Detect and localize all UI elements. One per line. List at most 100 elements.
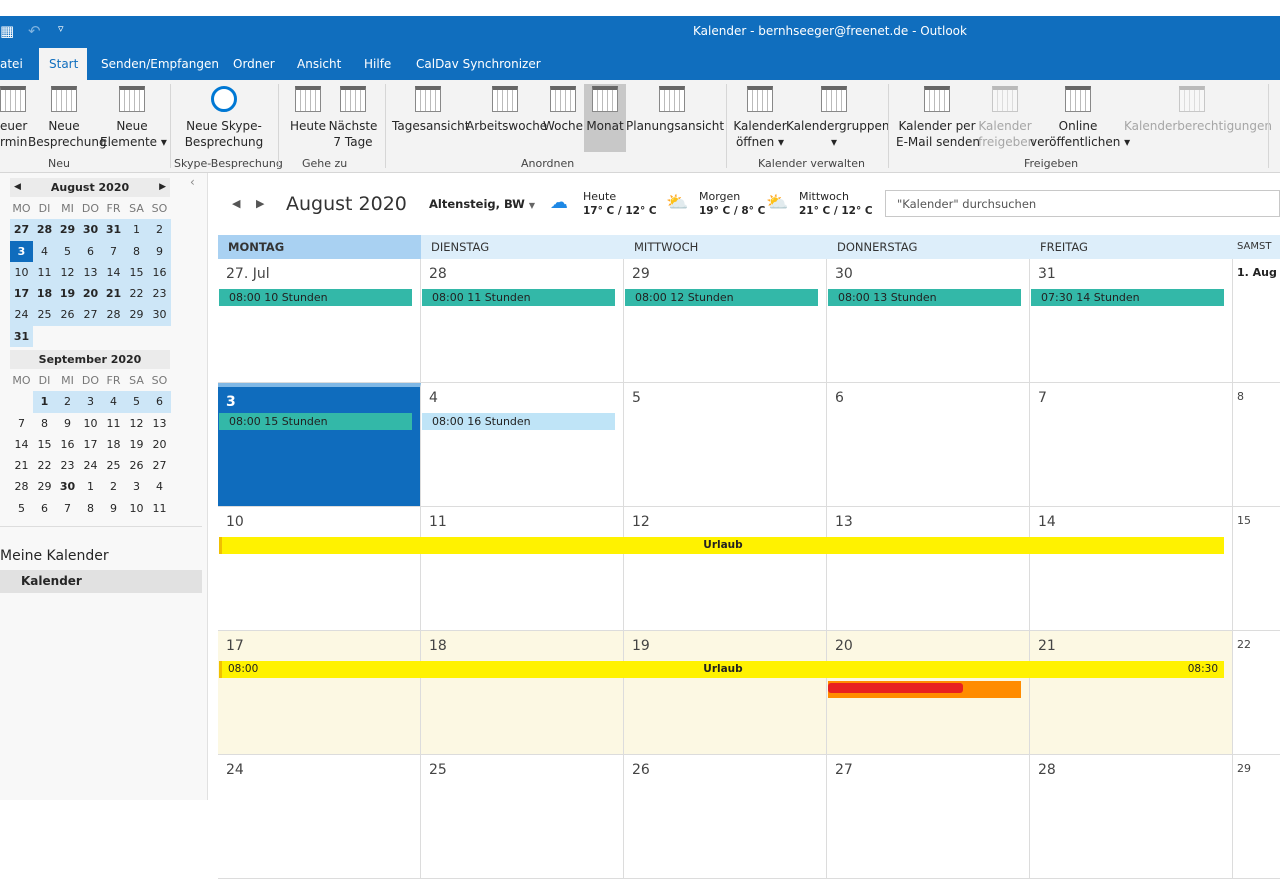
mini-day[interactable]: 14 [102,261,125,284]
tab-senden-empfangen[interactable]: Senden/Empfangen [91,48,229,80]
mini-day[interactable]: 23 [56,455,79,476]
mini-day[interactable]: 6 [148,391,171,413]
ribbon-button-6[interactable]: Tagesansicht [392,84,469,134]
mini-day[interactable]: 12 [56,261,79,284]
day-cell[interactable]: 12 [624,507,827,631]
calendar-event[interactable]: 08:00 10 Stunden [219,289,412,306]
mini-day[interactable]: 21 [102,283,125,305]
ribbon-button-0[interactable]: euer rmin [0,84,27,150]
mini-day[interactable]: 27 [79,304,102,326]
mini-day[interactable]: 25 [33,304,56,326]
location-dropdown[interactable]: Altensteig, BW ▼ [429,197,535,211]
mini-day[interactable]: 8 [125,240,148,262]
day-cell[interactable]: 4 [421,383,624,507]
mini-day[interactable] [125,326,148,347]
day-cell[interactable]: 28 [421,259,624,383]
mini-day[interactable]: 19 [56,283,79,305]
mini-day[interactable]: 11 [102,413,125,434]
mini-day[interactable]: 20 [148,434,171,455]
mini-day[interactable]: 24 [79,455,102,476]
mini-day[interactable] [79,326,102,347]
tab-datei[interactable]: atei [0,48,33,80]
day-cell[interactable]: 13 [827,507,1030,631]
mini-day[interactable]: 30 [56,476,79,497]
mini-day[interactable] [33,326,56,347]
mini-day[interactable]: 29 [125,304,148,326]
day-cell[interactable]: 31 [1030,259,1233,383]
day-cell[interactable]: 7 [1030,383,1233,507]
mini-day[interactable]: 17 [79,434,102,455]
mini-day[interactable]: 9 [56,413,79,434]
day-cell[interactable]: 5 [624,383,827,507]
mini-day[interactable]: 1 [79,476,102,497]
mini-day[interactable]: 17 [10,283,33,305]
day-cell[interactable]: 10 [218,507,421,631]
mini-day[interactable] [102,326,125,347]
mini-day[interactable]: 24 [10,304,33,326]
mini-day[interactable] [148,326,171,347]
mini-day[interactable]: 7 [102,240,125,262]
day-cell[interactable]: 15 [1233,507,1280,631]
day-cell[interactable]: 26 [624,755,827,879]
day-cell[interactable]: 6 [827,383,1030,507]
mini-day[interactable]: 13 [148,413,171,434]
tab-start[interactable]: Start [39,48,87,80]
calendar-event[interactable]: 08:00 15 Stunden [219,413,412,430]
mini-day[interactable]: 2 [56,391,79,413]
day-cell[interactable]: 27. Jul [218,259,421,383]
mini-day[interactable]: 14 [10,434,33,455]
mini-day[interactable]: 10 [125,498,148,519]
calendar-event[interactable]: 07:30 14 Stunden [1031,289,1224,306]
calendar-event[interactable]: 08:00 16 Stunden [422,413,615,430]
ribbon-button-16[interactable]: Kalenderberechtigungen [1124,84,1272,134]
mini-day[interactable]: 21 [10,455,33,476]
calendar-event[interactable]: 08:00 13 Stunden [828,289,1021,306]
tab-ordner[interactable]: Ordner [223,48,285,80]
ribbon-button-12[interactable]: Kalendergruppen ▾ [786,84,889,150]
mini-day[interactable]: 28 [33,219,56,241]
search-input[interactable]: "Kalender" durchsuchen [885,190,1280,217]
my-calendars-heading[interactable]: Meine Kalender [0,548,109,564]
mini-day[interactable]: 6 [79,240,102,262]
ribbon-button-7[interactable]: Arbeitswoche [466,84,547,134]
mini-day[interactable]: 9 [148,240,171,262]
mini-day[interactable]: 3 [10,240,33,262]
mini-day[interactable]: 8 [79,498,102,519]
mini-day[interactable]: 29 [56,219,79,241]
ribbon-button-5[interactable]: Nächste 7 Tage [328,84,378,150]
redacted-event[interactable] [828,681,1021,698]
day-cell[interactable]: 22 [1233,631,1280,755]
ribbon-button-3[interactable]: Neue Skype- Besprechung [184,84,264,150]
customize-toolbar-icon[interactable]: ▿ [58,22,64,35]
mini-day[interactable]: 12 [125,413,148,434]
ribbon-button-13[interactable]: Kalender per E-Mail senden [896,84,980,150]
day-cell[interactable]: 19 [624,631,827,755]
mini-day[interactable]: 20 [79,283,102,305]
mini-day[interactable]: 5 [125,391,148,413]
mini-day[interactable]: 19 [125,434,148,455]
ribbon-button-15[interactable]: Online veröffentlichen ▾ [1030,84,1130,150]
ribbon-button-9[interactable]: Monat [584,84,626,152]
day-cell[interactable]: 17 [218,631,421,755]
mini-day[interactable]: 18 [102,434,125,455]
mini-day[interactable]: 7 [10,413,33,434]
mini-day[interactable]: 16 [148,261,171,284]
day-cell[interactable]: 24 [218,755,421,879]
mini-day[interactable]: 9 [102,498,125,519]
ribbon-button-14[interactable]: Kalender freigeben [978,84,1035,150]
ribbon-button-8[interactable]: Woche [542,84,584,134]
calendar-event[interactable]: 08:00 12 Stunden [625,289,818,306]
mini-day[interactable]: 16 [56,434,79,455]
mini-day[interactable]: 26 [125,455,148,476]
tab-caldav[interactable]: CalDav Synchronizer [406,48,551,80]
day-cell[interactable]: 28 [1030,755,1233,879]
day-cell[interactable]: 11 [421,507,624,631]
mini-day[interactable]: 29 [33,476,56,497]
mini-day[interactable]: 23 [148,283,171,305]
prev-month-icon[interactable]: ◀ [14,178,21,197]
mini-day[interactable]: 4 [33,240,56,262]
mini-day[interactable]: 31 [102,219,125,241]
mini-day[interactable]: 10 [10,261,33,284]
mini-day[interactable]: 15 [33,434,56,455]
mini-day[interactable]: 2 [102,476,125,497]
